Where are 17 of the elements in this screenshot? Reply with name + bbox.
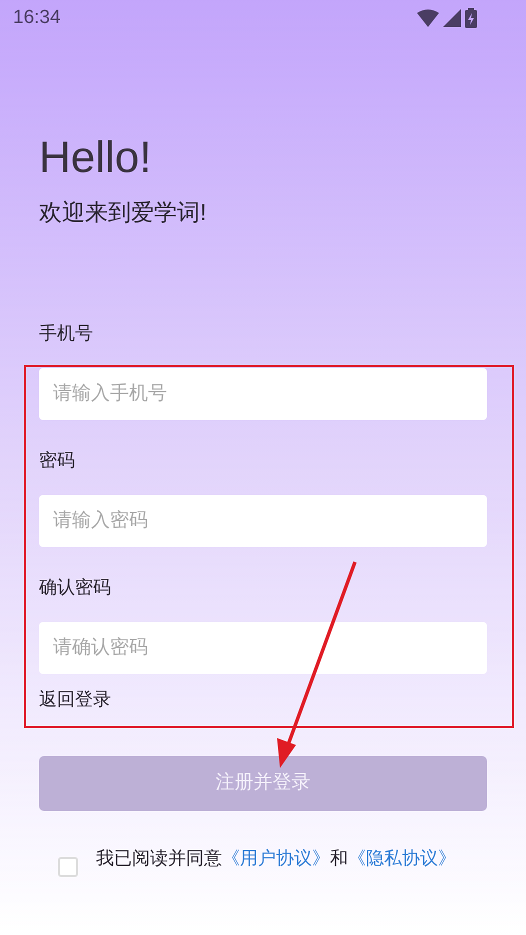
agreement-checkbox[interactable]	[58, 857, 78, 877]
user-agreement-link[interactable]: 《用户协议》	[222, 848, 330, 868]
input-field[interactable]: 请确认密码	[39, 622, 487, 674]
field-label: 手机号	[39, 322, 94, 345]
status-time: 16:34	[13, 6, 61, 30]
wifi-icon	[417, 9, 439, 27]
battery-icon	[465, 8, 477, 28]
input-field[interactable]: 请输入密码	[39, 495, 487, 547]
privacy-policy-link[interactable]: 《隐私协议》	[348, 848, 456, 868]
back-to-login-link[interactable]: 返回登录	[39, 687, 111, 711]
field-label: 确认密码	[39, 576, 112, 599]
greeting-subtitle: 欢迎来到爱学词!	[39, 198, 208, 227]
greeting-title: Hello!	[39, 132, 152, 184]
agreement-text: 我已阅读并同意《用户协议》和《隐私协议》	[96, 847, 456, 869]
signal-icon	[443, 9, 461, 27]
input-field[interactable]: 请输入手机号	[39, 368, 487, 420]
field-label: 密码	[39, 449, 76, 472]
